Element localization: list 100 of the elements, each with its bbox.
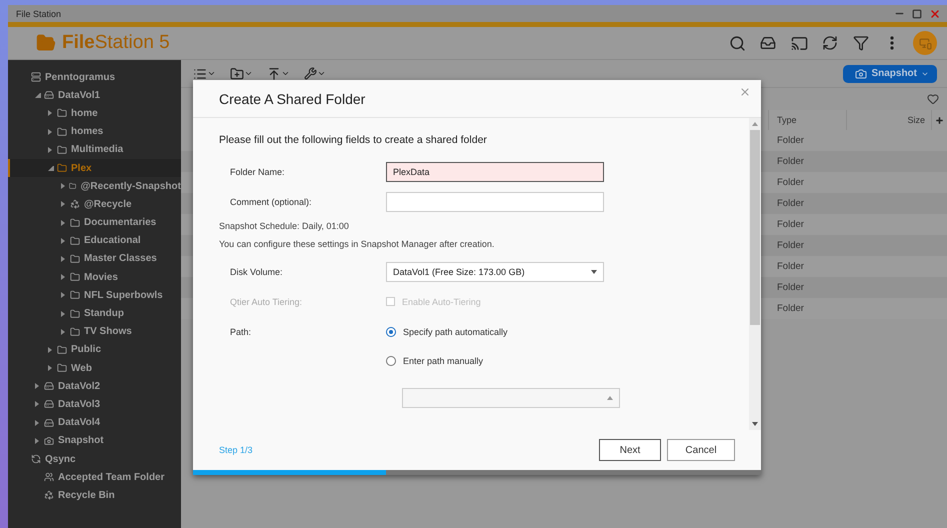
tree-item[interactable]: Educational <box>8 232 181 250</box>
refresh-button[interactable] <box>821 34 839 52</box>
expander-icon[interactable] <box>35 438 41 444</box>
note-text: You can configure these settings in Snapshot Manager after creation. <box>219 239 496 249</box>
filter-button[interactable] <box>852 34 870 52</box>
folder-icon <box>57 363 67 374</box>
drive-icon <box>44 399 54 410</box>
monitor-icon <box>918 36 932 50</box>
tree-item[interactable]: DataVol2 <box>8 377 181 396</box>
caret-icon <box>244 69 253 78</box>
scrollbar[interactable] <box>749 118 761 430</box>
expander-icon[interactable] <box>61 201 67 208</box>
tree-item[interactable]: NFL Superbowls <box>8 286 181 304</box>
drive-icon <box>44 90 54 100</box>
table-cell-text: Folder <box>776 261 804 272</box>
tree-item[interactable]: TV Shows <box>8 322 181 341</box>
intro-text: Please fill out the following fields to create a shared folder <box>219 134 488 146</box>
folder-icon <box>57 163 67 174</box>
maximize-button[interactable] <box>911 8 923 20</box>
tree-item[interactable]: @Recycle <box>8 195 181 214</box>
expander-icon[interactable] <box>48 365 54 372</box>
expander-icon[interactable] <box>61 328 67 335</box>
wrench-icon <box>304 67 317 80</box>
upload-icon <box>267 66 281 80</box>
tray-button[interactable] <box>759 34 777 52</box>
field-label: Folder Name: <box>229 166 286 176</box>
path-option[interactable]: Enter path manually <box>386 356 484 366</box>
tree-item[interactable]: DataVol1 <box>8 86 181 104</box>
tree-item[interactable]: Public <box>8 340 181 359</box>
tools-button[interactable] <box>304 64 326 82</box>
window-title: File Station <box>16 8 62 18</box>
next-button[interactable]: Next <box>599 439 661 461</box>
table-cell-text: Folder <box>776 282 804 293</box>
radio-button[interactable] <box>386 356 396 366</box>
expander-icon[interactable] <box>61 238 67 244</box>
tree-item[interactable]: DataVol4 <box>8 414 181 432</box>
folder-icon <box>57 344 67 355</box>
tree-item[interactable]: home <box>8 104 181 123</box>
tree-item[interactable]: Movies <box>8 268 181 286</box>
comment-field[interactable] <box>386 192 604 212</box>
filter-icon <box>853 35 869 51</box>
disk-volume-dropdown[interactable]: DataVol1 (Free Size: 173.00 GB) <box>386 262 604 282</box>
expander-icon[interactable] <box>61 256 67 262</box>
more-icon <box>890 36 894 50</box>
folder-icon <box>70 308 80 319</box>
tree-item[interactable]: Multimedia <box>8 140 181 159</box>
recycle-icon <box>70 199 80 210</box>
tree-item[interactable]: Snapshot <box>8 432 181 450</box>
folder-icon <box>70 254 80 264</box>
tree-item[interactable]: Master Classes <box>8 250 181 268</box>
folder-icon <box>36 33 56 53</box>
snapshot-button[interactable]: Snapshot <box>843 64 937 82</box>
expander-icon[interactable] <box>48 346 54 353</box>
expander-icon[interactable] <box>35 383 41 390</box>
expander-icon[interactable] <box>35 401 41 408</box>
tray-icon <box>760 35 776 51</box>
tree-item[interactable]: Penntogramus <box>8 68 181 86</box>
expander-icon[interactable] <box>35 420 41 426</box>
app-logo: FileStation 5 <box>62 32 171 54</box>
expander-icon[interactable] <box>48 146 54 153</box>
radio-button[interactable] <box>386 326 396 336</box>
tree-item[interactable]: Documentaries <box>8 214 181 232</box>
expander-icon[interactable] <box>61 310 67 317</box>
expander-icon[interactable] <box>35 92 41 98</box>
folder-icon <box>70 326 80 337</box>
heart-icon[interactable] <box>927 93 939 105</box>
expander-icon[interactable] <box>61 220 67 226</box>
folder-icon <box>57 126 67 137</box>
users-icon <box>44 472 54 482</box>
expander-icon[interactable] <box>48 165 54 172</box>
expander-icon[interactable] <box>48 110 54 116</box>
cast-icon <box>790 34 808 52</box>
expander-icon[interactable] <box>61 183 66 190</box>
option-label: Enter path manually <box>403 356 484 366</box>
close-button[interactable] <box>739 86 751 98</box>
search-icon <box>728 34 746 52</box>
tree-item[interactable]: Web <box>8 359 181 378</box>
dialog-title: Create A Shared Folder <box>219 90 366 106</box>
search-button[interactable] <box>728 34 746 52</box>
plus-icon <box>935 116 944 124</box>
folder-plus-icon <box>230 66 244 80</box>
tree-item[interactable]: Recycle Bin <box>8 486 181 504</box>
tree-item[interactable]: @Recently-Snapshot <box>8 177 181 196</box>
camera-icon <box>44 436 54 446</box>
expander-icon[interactable] <box>61 292 67 298</box>
tree-item[interactable]: DataVol3 <box>8 395 181 414</box>
expander-icon[interactable] <box>61 274 67 280</box>
tree-item[interactable]: Plex <box>8 158 181 178</box>
cast-button[interactable] <box>790 34 808 52</box>
caret-icon <box>281 69 290 78</box>
tree-item[interactable]: Standup <box>8 304 181 323</box>
cancel-button[interactable]: Cancel <box>667 439 735 461</box>
field-label: Qtier Auto Tiering: <box>229 296 304 306</box>
tree-item[interactable]: Qsync <box>8 450 181 468</box>
expander-icon[interactable] <box>48 128 54 135</box>
folder-icon <box>70 218 80 228</box>
tree-item[interactable]: homes <box>8 122 181 141</box>
tree-item[interactable]: Accepted Team Folder <box>8 468 181 486</box>
folder-name-field[interactable]: PlexData <box>386 162 604 182</box>
table-cell-text: Folder <box>776 177 804 188</box>
